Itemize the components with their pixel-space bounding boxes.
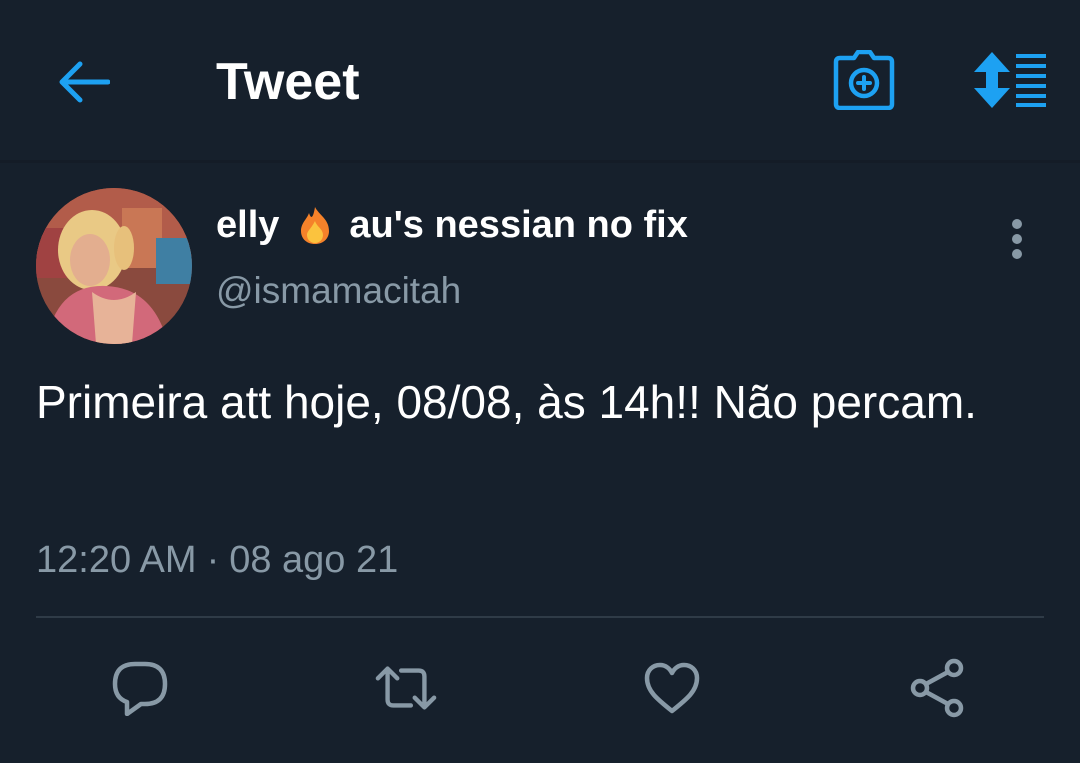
camera-button[interactable] bbox=[828, 46, 900, 114]
sort-lines-icon bbox=[974, 52, 1046, 108]
retweet-icon bbox=[375, 666, 437, 710]
top-app-bar: Tweet bbox=[0, 0, 1080, 163]
arrow-left-icon bbox=[59, 61, 110, 103]
display-name[interactable]: elly au's nessian no fix bbox=[216, 200, 688, 250]
header-divider bbox=[0, 160, 1080, 163]
share-icon bbox=[910, 658, 964, 718]
user-handle[interactable]: @ismamacitah bbox=[216, 268, 461, 314]
avatar-photo bbox=[36, 188, 192, 344]
retweet-button[interactable] bbox=[374, 656, 438, 720]
back-button[interactable] bbox=[52, 50, 116, 114]
reply-icon bbox=[112, 661, 168, 716]
like-button[interactable] bbox=[640, 656, 704, 720]
actions-divider bbox=[36, 616, 1044, 618]
share-button[interactable] bbox=[906, 656, 970, 720]
camera-plus-icon bbox=[833, 50, 895, 110]
avatar[interactable] bbox=[36, 188, 192, 344]
page-title: Tweet bbox=[216, 53, 360, 111]
display-name-rest: au's nessian no fix bbox=[349, 203, 688, 246]
tweet-detail-screen: Tweet elly au's nessian no fix @ismamaci… bbox=[0, 0, 1080, 763]
more-vertical-icon bbox=[1012, 219, 1022, 259]
tweet-date: 08 ago 21 bbox=[229, 539, 399, 581]
fire-emoji bbox=[301, 207, 330, 244]
timeline-sort-button[interactable] bbox=[966, 46, 1050, 114]
meta-separator: · bbox=[206, 539, 220, 581]
heart-icon bbox=[644, 662, 700, 714]
reply-button[interactable] bbox=[108, 656, 172, 720]
tweet-text: Primeira att hoje, 08/08, às 14h!! Não p… bbox=[36, 376, 977, 428]
more-options-button[interactable] bbox=[996, 212, 1038, 266]
display-name-first: elly bbox=[216, 203, 280, 246]
tweet-timestamp: 12:20 AM · 08 ago 21 bbox=[36, 536, 398, 584]
tweet-time: 12:20 AM bbox=[36, 539, 197, 581]
